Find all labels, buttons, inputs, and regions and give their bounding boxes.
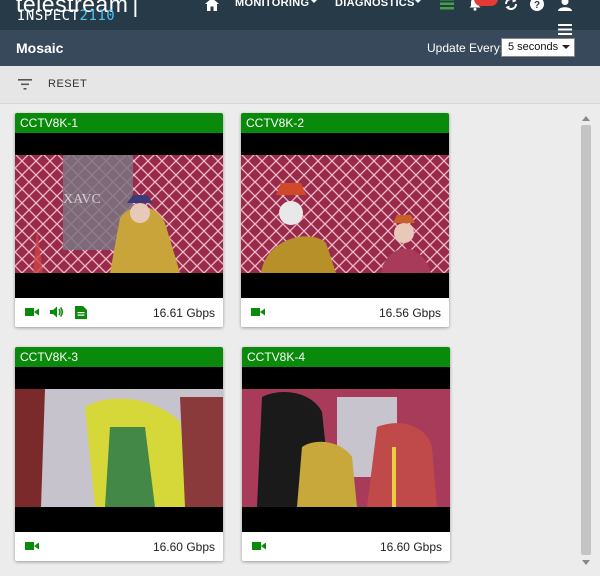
tile-title: CCTV8K-3 bbox=[15, 347, 223, 367]
scrollbar-thumb[interactable] bbox=[581, 125, 591, 555]
video-icon bbox=[252, 540, 266, 552]
data-icon bbox=[75, 306, 89, 319]
nav-monitoring[interactable]: MONITORING bbox=[235, 0, 309, 9]
tile-title: CCTV8K-1 bbox=[15, 113, 223, 133]
tile-footer: 16.61 Gbps bbox=[15, 298, 223, 327]
home-icon[interactable] bbox=[204, 0, 220, 12]
video-thumbnail[interactable] bbox=[242, 367, 450, 532]
page-title: Mosaic bbox=[16, 40, 64, 56]
sync-icon[interactable] bbox=[503, 0, 519, 12]
vertical-scrollbar[interactable] bbox=[579, 113, 593, 568]
tile-bitrate: 16.61 Gbps bbox=[152, 306, 215, 320]
help-icon[interactable]: ? bbox=[529, 0, 545, 12]
menu-icon[interactable] bbox=[558, 24, 572, 38]
chevron-down-icon[interactable] bbox=[413, 0, 423, 6]
chevron-down-icon bbox=[562, 43, 570, 51]
tile-bitrate: 16.56 Gbps bbox=[378, 306, 441, 320]
nav-diagnostics[interactable]: DIAGNOSTICS bbox=[335, 0, 415, 9]
page-header: Mosaic Update Every: 5 seconds bbox=[0, 30, 600, 66]
stream-tile-4[interactable]: CCTV8K-4 16.60 Gbps bbox=[242, 347, 450, 561]
video-icon bbox=[25, 306, 39, 318]
video-thumbnail[interactable] bbox=[241, 133, 449, 298]
top-navbar: telestream | INSPECT2110 MONITORING DIAGN… bbox=[0, 0, 600, 30]
video-watermark: XAVC bbox=[63, 192, 101, 207]
product-prefix: INSPECT bbox=[17, 8, 80, 24]
stream-tile-3[interactable]: CCTV8K-3 16.60 Gbps bbox=[15, 347, 223, 561]
scroll-up-icon[interactable] bbox=[582, 115, 590, 121]
filter-toolbar: RESET bbox=[0, 66, 600, 104]
stream-tile-2[interactable]: CCTV8K-2 16.56 Gbps bbox=[241, 113, 449, 327]
tile-bitrate: 16.60 Gbps bbox=[152, 540, 215, 554]
update-interval-select[interactable]: 5 seconds bbox=[501, 38, 575, 57]
notification-badge bbox=[474, 0, 498, 6]
product-name: INSPECT2110 bbox=[17, 8, 115, 24]
tile-footer: 16.56 Gbps bbox=[241, 298, 449, 327]
update-interval-label: Update Every: bbox=[427, 41, 504, 55]
svg-text:?: ? bbox=[534, 0, 540, 11]
video-icon bbox=[251, 306, 265, 318]
brand-divider: | bbox=[132, 0, 139, 17]
stream-tile-1[interactable]: CCTV8K-1 XAVC 16.61 Gbps bbox=[15, 113, 223, 327]
video-thumbnail[interactable] bbox=[15, 367, 223, 532]
update-interval-value: 5 seconds bbox=[508, 41, 559, 53]
scroll-down-icon[interactable] bbox=[582, 560, 590, 566]
product-suffix: 2110 bbox=[79, 8, 116, 24]
video-icon bbox=[25, 540, 39, 552]
user-account-icon[interactable] bbox=[557, 0, 573, 12]
list-view-icon[interactable] bbox=[439, 0, 455, 12]
tile-title: CCTV8K-4 bbox=[242, 347, 450, 367]
tile-bitrate: 16.60 Gbps bbox=[379, 540, 442, 554]
video-thumbnail[interactable]: XAVC bbox=[15, 133, 223, 298]
audio-icon bbox=[50, 306, 64, 318]
tile-footer: 16.60 Gbps bbox=[15, 532, 223, 561]
chevron-down-icon[interactable] bbox=[309, 0, 319, 6]
tile-title: CCTV8K-2 bbox=[241, 113, 449, 133]
reset-button[interactable]: RESET bbox=[48, 78, 87, 90]
filter-icon[interactable] bbox=[18, 79, 32, 91]
tile-footer: 16.60 Gbps bbox=[242, 532, 450, 561]
